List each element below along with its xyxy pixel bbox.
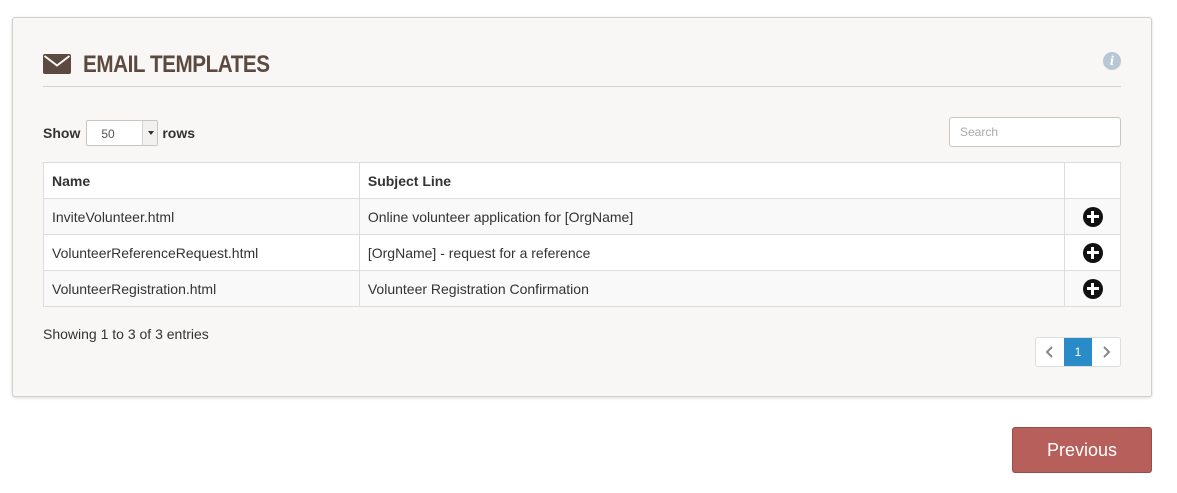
- show-label: Show: [43, 125, 81, 141]
- chevron-left-icon: [1045, 346, 1053, 358]
- email-templates-table: Name Subject Line InviteVolunteer.html O…: [43, 162, 1121, 307]
- chevron-right-icon: [1103, 346, 1111, 358]
- plus-circle-icon[interactable]: [1082, 278, 1103, 299]
- email-templates-panel: EMAIL TEMPLATES i Show 50 rows Name Subj…: [12, 17, 1152, 397]
- action-cell: [1064, 234, 1121, 271]
- table-row: VolunteerReferenceRequest.html [OrgName]…: [43, 234, 1121, 271]
- column-header-actions: [1064, 162, 1121, 199]
- subject-line-cell: Online volunteer application for [OrgNam…: [358, 198, 1066, 235]
- rows-per-page-value: 50: [101, 127, 115, 141]
- select-arrow: [142, 121, 158, 145]
- page-title: EMAIL TEMPLATES: [83, 51, 270, 78]
- rows-per-page-select[interactable]: 50: [86, 120, 159, 146]
- action-cell: [1064, 270, 1121, 307]
- column-header-subject-line[interactable]: Subject Line: [358, 162, 1066, 199]
- search-input[interactable]: [949, 117, 1121, 147]
- caret-down-icon: [148, 131, 155, 135]
- info-icon[interactable]: i: [1103, 52, 1121, 70]
- rows-per-page-control: Show 50 rows: [43, 119, 195, 147]
- plus-circle-icon[interactable]: [1082, 242, 1103, 263]
- plus-circle-icon[interactable]: [1082, 206, 1103, 227]
- pagination: 1: [1035, 337, 1121, 367]
- table-row: VolunteerRegistration.html Volunteer Reg…: [43, 270, 1121, 307]
- table-header-row: Name Subject Line: [43, 162, 1121, 199]
- pagination-page-1[interactable]: 1: [1064, 338, 1092, 366]
- action-cell: [1064, 198, 1121, 235]
- panel-header: EMAIL TEMPLATES i: [43, 48, 1121, 87]
- pagination-previous[interactable]: [1036, 338, 1064, 366]
- template-name-cell: VolunteerRegistration.html: [43, 270, 360, 307]
- table-info-text: Showing 1 to 3 of 3 entries: [43, 326, 209, 342]
- pagination-next[interactable]: [1092, 338, 1120, 366]
- subject-line-cell: [OrgName] - request for a reference: [358, 234, 1066, 271]
- template-name-cell: VolunteerReferenceRequest.html: [43, 234, 360, 271]
- table-row: InviteVolunteer.html Online volunteer ap…: [43, 198, 1121, 235]
- template-name-cell: InviteVolunteer.html: [43, 198, 360, 235]
- rows-label: rows: [162, 125, 196, 141]
- previous-button[interactable]: Previous: [1012, 427, 1152, 473]
- subject-line-cell: Volunteer Registration Confirmation: [358, 270, 1066, 307]
- column-header-name[interactable]: Name: [43, 162, 360, 199]
- envelope-icon: [43, 54, 71, 74]
